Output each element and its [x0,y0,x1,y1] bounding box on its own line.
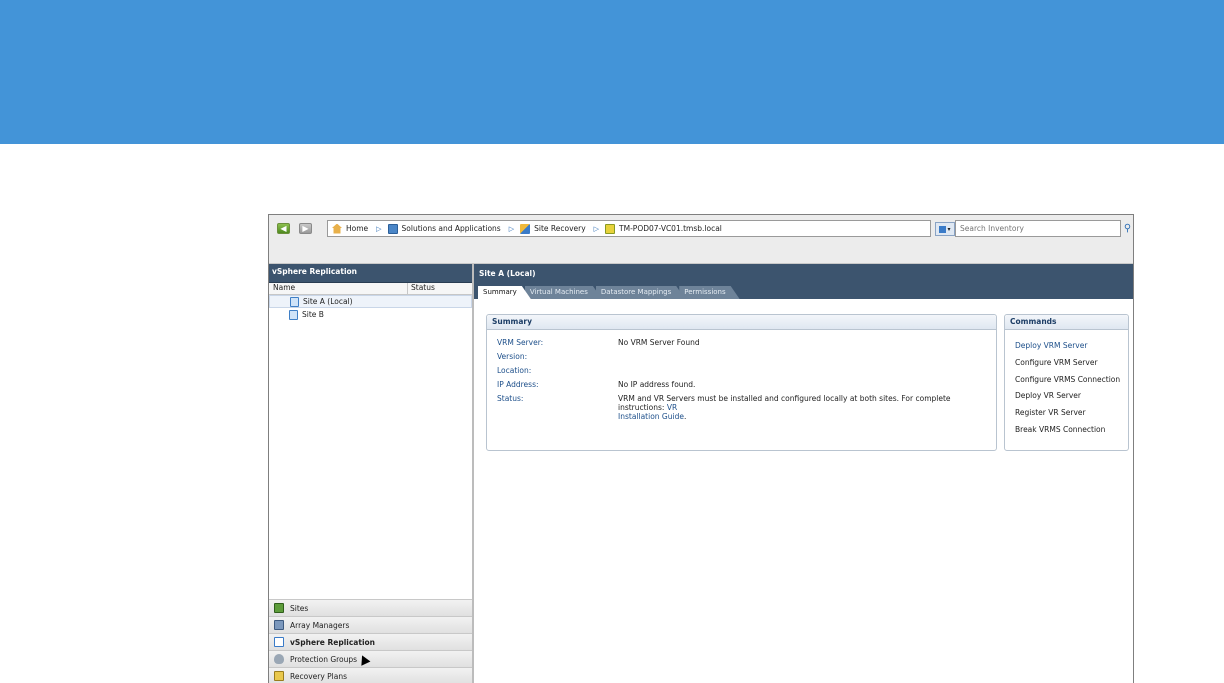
chevron-right-icon: ▷ [593,224,600,233]
site-icon [290,296,299,307]
vr-guide-link-part2[interactable]: Installation Guide [618,412,684,421]
nav-item-vsphere-replication[interactable]: vSphere Replication [269,633,472,650]
field-value: No IP address found. [618,380,696,389]
address-bar[interactable]: Home ▷ Solutions and Applications ▷ Site… [327,220,931,237]
configure-vrm-server-link[interactable]: Configure VRM Server [1015,358,1098,367]
nav-item-label: Protection Groups [290,654,358,664]
breadcrumb-site-recovery[interactable]: Site Recovery [520,223,586,234]
forward-arrow-icon[interactable]: ▶ [299,223,312,234]
summary-title: Summary [487,315,996,330]
breadcrumb-solutions[interactable]: Solutions and Applications [387,223,501,234]
column-header-status[interactable]: Status [408,283,435,294]
vr-guide-link-part1[interactable]: VR [667,403,677,412]
nav-item-label: Recovery Plans [290,671,348,681]
panel-title: vSphere Replication [269,264,472,283]
field-value: No VRM Server Found [618,338,700,347]
array-managers-icon [274,620,284,630]
tab-summary[interactable]: Summary [478,286,531,299]
breadcrumb-home[interactable]: Home [332,223,369,234]
tree-item-site-b[interactable]: Site B [269,308,472,321]
toolbar: ◀ ▶ Home ▷ Solutions and Applications ▷ … [269,215,1133,264]
tree-item-label: Site A (Local) [303,297,353,306]
field-label: Status: [497,394,524,403]
details-panel: Site A (Local) Summary Virtual Machines … [474,264,1133,683]
breadcrumb-label: Solutions and Applications [401,224,501,233]
tree-item-site-a[interactable]: Site A (Local) [269,295,472,308]
summary-box: Summary VRM Server: No VRM Server Found … [486,314,997,451]
status-tail: . [683,412,687,421]
chevron-right-icon: ▷ [508,224,515,233]
home-icon [332,223,342,234]
search-scope-icon[interactable]: ▾ [935,222,955,236]
tree-item-label: Site B [302,310,324,319]
tab-strip: Summary Virtual Machines Datastore Mappi… [478,286,734,299]
register-vr-server-link[interactable]: Register VR Server [1015,408,1086,417]
tab-datastore-mappings[interactable]: Datastore Mappings [596,286,685,299]
site-icon [289,309,298,320]
nav-item-recovery-plans[interactable]: Recovery Plans [269,667,472,683]
details-title: Site A (Local) [479,269,536,278]
field-label: Version: [497,352,528,361]
nav-item-sites[interactable]: Sites [269,599,472,616]
vcenter-icon [605,223,616,234]
protection-groups-icon [274,654,284,664]
break-vrms-connection-link[interactable]: Break VRMS Connection [1015,425,1105,434]
inventory-panel: vSphere Replication Name Status Site A (… [269,264,474,683]
column-header-row: Name Status [269,283,472,295]
tab-permissions[interactable]: Permissions [679,286,739,299]
nav-item-array-managers[interactable]: Array Managers [269,616,472,633]
site-recovery-icon [520,223,531,234]
column-header-name[interactable]: Name [269,283,408,294]
back-arrow-icon[interactable]: ◀ [277,223,290,234]
breadcrumb-label: TM-POD07-VC01.tmsb.local [619,224,722,233]
nav-item-protection-groups[interactable]: Protection Groups [269,650,472,667]
field-label: VRM Server: [497,338,544,347]
nav-item-label: Array Managers [290,620,350,630]
breadcrumb-vcenter[interactable]: TM-POD07-VC01.tmsb.local [605,223,722,234]
vsphere-replication-icon [274,637,284,647]
commands-title: Commands [1005,315,1128,330]
nav-item-label: Sites [290,603,309,613]
commands-box: Commands Deploy VRM Server Configure VRM… [1004,314,1129,451]
deploy-vrm-server-link[interactable]: Deploy VRM Server [1015,341,1087,350]
field-label: Location: [497,366,532,375]
deploy-vr-server-link[interactable]: Deploy VR Server [1015,391,1081,400]
solution-nav: Sites Array Managers vSphere Replication… [269,599,472,683]
details-header: Site A (Local) Summary Virtual Machines … [474,264,1133,299]
header-banner [0,0,1224,144]
magnifier-icon[interactable]: ⚲ [1121,221,1133,236]
configure-vrms-connection-link[interactable]: Configure VRMS Connection [1015,375,1120,384]
search-input[interactable] [955,220,1121,237]
recovery-plans-icon [274,671,284,681]
sites-nav-icon [274,603,284,613]
field-label: IP Address: [497,380,539,389]
status-text: VRM and VR Servers must be installed and… [618,394,988,421]
tab-virtual-machines[interactable]: Virtual Machines [525,286,602,299]
vsphere-client-window: ◀ ▶ Home ▷ Solutions and Applications ▷ … [268,214,1134,683]
solutions-icon [387,223,398,234]
breadcrumb-label: Home [346,224,369,233]
nav-item-label: vSphere Replication [290,637,376,647]
breadcrumb-label: Site Recovery [534,224,586,233]
chevron-right-icon: ▷ [376,224,382,233]
